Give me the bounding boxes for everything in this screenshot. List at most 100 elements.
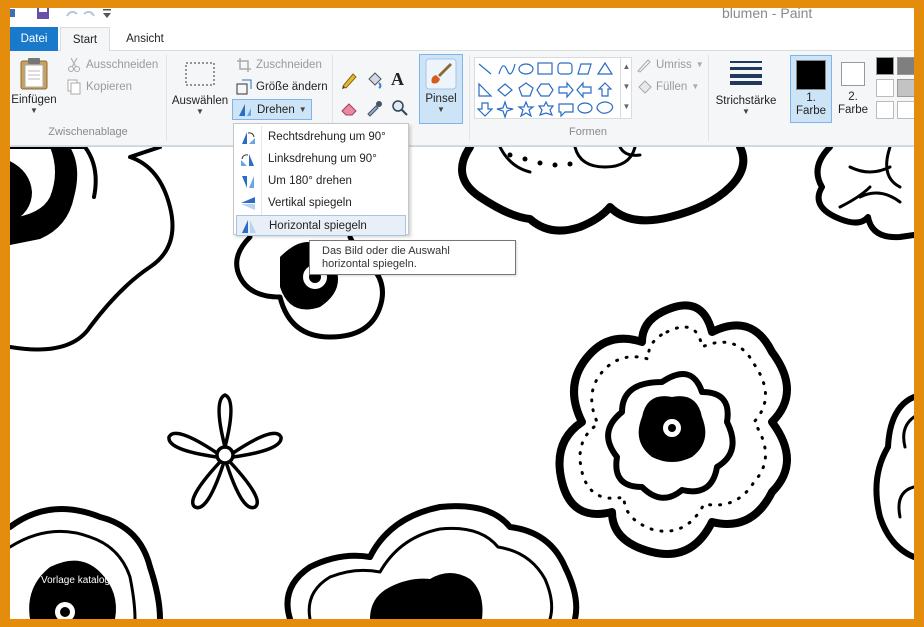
fill-tool[interactable]	[365, 71, 383, 92]
menu-item-rotate-right[interactable]: Rechtsdrehung um 90°	[236, 127, 406, 148]
paste-button[interactable]: Einfügen ▼	[10, 57, 58, 115]
select-button[interactable]: Auswählen ▼	[170, 61, 230, 116]
pencil-icon	[342, 73, 357, 89]
color1-label-line1: 1.	[806, 92, 816, 104]
flower-artwork	[10, 147, 914, 619]
palette-swatch-lightgray[interactable]	[897, 79, 914, 97]
color2-swatch	[841, 62, 865, 86]
text-tool[interactable]: A	[391, 69, 404, 90]
pencil-tool[interactable]	[340, 71, 358, 92]
outline-pen-icon	[636, 57, 652, 73]
palette-swatch-black[interactable]	[876, 57, 894, 75]
stroke-size-button[interactable]: Strichstärke ▼	[712, 59, 780, 116]
fill-label: Füllen	[656, 81, 688, 93]
app-menu-icon[interactable]	[10, 8, 16, 20]
clipboard-icon	[20, 58, 48, 90]
tooltip-line2: horizontal spiegeln.	[322, 258, 417, 270]
redo-icon[interactable]	[82, 8, 96, 20]
menu-item-rotate-180[interactable]: Um 180° drehen	[236, 171, 406, 192]
tooltip-line1: Das Bild oder die Auswahl	[322, 245, 450, 257]
paste-dropdown-icon: ▼	[30, 106, 38, 115]
tab-ansicht[interactable]: Ansicht	[118, 27, 172, 51]
cut-button[interactable]: Ausschneiden	[66, 55, 158, 75]
scroll-up-icon[interactable]: ▲	[621, 57, 632, 77]
menu-item-label: Horizontal spiegeln	[269, 220, 367, 232]
shapes-gallery[interactable]	[474, 57, 632, 119]
menu-item-rotate-left[interactable]: Linksdrehung um 90°	[236, 149, 406, 170]
menu-item-label: Linksdrehung um 90°	[268, 153, 377, 165]
resize-button[interactable]: Größe ändern	[236, 77, 328, 97]
select-label: Auswählen	[171, 95, 229, 107]
crop-icon	[236, 57, 252, 73]
flip-horizontal-icon	[241, 219, 257, 234]
color-picker-tool[interactable]	[365, 99, 383, 120]
quick-access-dropdown-icon[interactable]	[102, 8, 112, 20]
rotate-right-icon	[240, 130, 256, 145]
resize-label: Größe ändern	[256, 81, 328, 93]
eyedropper-icon	[367, 101, 382, 117]
magnifier-tool[interactable]	[391, 99, 409, 120]
select-dropdown-icon: ▼	[196, 107, 204, 116]
copy-label: Kopieren	[86, 81, 133, 93]
brush-button[interactable]: Pinsel ▼	[419, 54, 463, 124]
fill-dropdown-icon: ▼	[691, 82, 700, 91]
tooltip: Das Bild oder die Auswahl horizontal spi…	[309, 240, 516, 275]
clipboard-group-label: Zwischenablage	[48, 126, 128, 138]
eraser-icon	[341, 103, 357, 116]
copy-button[interactable]: Kopieren	[66, 77, 132, 97]
brush-label: Pinsel	[425, 93, 457, 105]
fill-bucket-icon	[636, 79, 652, 95]
stroke-size-label: Strichstärke	[715, 95, 777, 107]
outline-button[interactable]: Umriss ▼	[636, 55, 704, 75]
menu-item-flip-vertical[interactable]: Vertikal spiegeln	[236, 193, 406, 214]
menu-item-label: Um 180° drehen	[268, 175, 352, 187]
palette-swatch-white[interactable]	[876, 79, 894, 97]
text-a-icon: A	[391, 69, 404, 89]
flip-vertical-icon	[240, 196, 256, 211]
paint-window: blumen - Paint Datei Start Ansicht Einfü…	[10, 8, 914, 619]
color2-button[interactable]: 2. Farbe	[832, 55, 874, 123]
tab-datei[interactable]: Datei	[10, 27, 58, 51]
outline-dropdown-icon: ▼	[695, 60, 704, 69]
group-separator	[166, 55, 167, 141]
crop-label: Zuschneiden	[256, 59, 322, 71]
drawing-canvas[interactable]: Vorlage katalog	[10, 147, 914, 619]
color2-label-line2: Farbe	[837, 104, 869, 116]
window-title: blumen - Paint	[722, 8, 813, 21]
tab-start[interactable]: Start	[60, 27, 110, 52]
palette-swatch-gray[interactable]	[897, 57, 914, 75]
rotate-button[interactable]: Drehen ▼	[232, 99, 312, 120]
menu-item-flip-horizontal[interactable]: Horizontal spiegeln	[236, 215, 406, 236]
fill-button[interactable]: Füllen ▼	[636, 77, 699, 97]
save-icon[interactable]	[36, 8, 50, 20]
color1-swatch	[796, 60, 826, 90]
crop-button[interactable]: Zuschneiden	[236, 55, 322, 75]
paint-bucket-icon	[368, 72, 382, 89]
outline-label: Umriss	[656, 59, 692, 71]
stroke-lines-icon	[730, 61, 762, 85]
palette-swatch-empty[interactable]	[876, 101, 894, 119]
title-bar: blumen - Paint	[10, 8, 914, 27]
brush-dropdown-icon: ▼	[437, 105, 445, 114]
resize-icon	[236, 79, 252, 95]
stroke-dropdown-icon: ▼	[742, 107, 750, 116]
rotate-icon	[237, 102, 253, 118]
rotate-menu: Rechtsdrehung um 90° Linksdrehung um 90°…	[233, 123, 409, 236]
gallery-more-icon[interactable]: ▼	[621, 97, 632, 117]
shapes-gallery-icons	[476, 61, 614, 119]
rotate-dropdown-icon: ▼	[298, 104, 307, 114]
palette-swatch-empty[interactable]	[897, 101, 914, 119]
watermark-text: Vorlage katalog	[41, 575, 110, 586]
color1-button[interactable]: 1. Farbe	[790, 55, 832, 123]
paste-label: Einfügen	[11, 94, 57, 106]
eraser-tool[interactable]	[340, 99, 358, 120]
rotate-180-icon	[240, 174, 256, 189]
shapes-scroll[interactable]: ▲ ▼ ▼	[620, 57, 632, 119]
selection-rectangle-icon	[185, 62, 215, 86]
scroll-down-icon[interactable]: ▼	[621, 77, 632, 97]
shapes-group-label: Formen	[569, 126, 607, 138]
rotate-left-icon	[240, 152, 256, 167]
undo-icon[interactable]	[65, 8, 79, 20]
ribbon-tab-bar: Datei Start Ansicht	[10, 27, 914, 52]
ribbon: Einfügen ▼ Ausschneiden Kopieren Zwische…	[10, 51, 914, 146]
